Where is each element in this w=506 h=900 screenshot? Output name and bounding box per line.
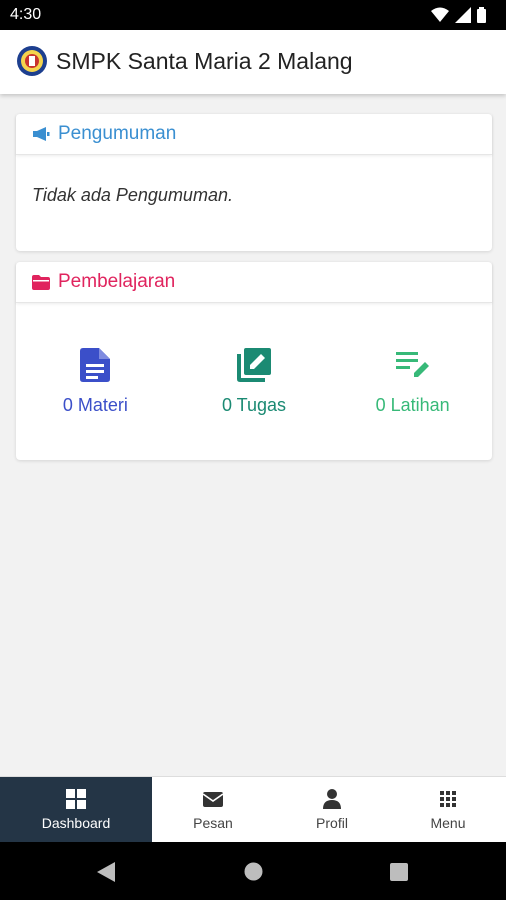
nav-menu-label: Menu: [430, 815, 466, 831]
system-nav-bar: [0, 842, 506, 900]
battery-icon: [477, 7, 486, 23]
nav-menu[interactable]: Menu: [390, 777, 506, 843]
announcement-title: Pengumuman: [58, 123, 177, 144]
folder-icon: [32, 274, 50, 290]
latihan-button[interactable]: 0 Latihan: [338, 347, 488, 416]
app-title: SMPK Santa Maria 2 Malang: [56, 48, 353, 74]
app-bar: SMPK Santa Maria 2 Malang: [0, 30, 506, 94]
tugas-label: 0 Tugas: [221, 395, 286, 415]
status-time: 4:30: [10, 6, 42, 23]
back-icon[interactable]: [97, 862, 115, 882]
learning-card: Pembelajaran 0 Materi 0 Tugas 0 Latihan: [16, 262, 492, 460]
nav-pesan[interactable]: Pesan: [152, 777, 274, 843]
learning-header: Pembelajaran: [16, 262, 492, 303]
nav-dashboard-label: Dashboard: [41, 815, 111, 831]
document-icon: [20, 347, 170, 383]
wifi-icon: [431, 7, 449, 22]
status-bar: 4:30: [0, 0, 506, 30]
nav-profil-label: Profil: [316, 815, 348, 831]
recents-icon[interactable]: [390, 863, 408, 881]
edit-assignment-icon: [179, 347, 329, 383]
signal-icon: [455, 7, 471, 23]
apps-icon: [440, 789, 456, 809]
person-icon: [323, 789, 341, 809]
nav-pesan-label: Pesan: [193, 815, 233, 831]
school-logo-icon: [17, 46, 47, 76]
grid-icon: [66, 789, 86, 809]
announcement-card: Pengumuman Tidak ada Pengumuman.: [16, 114, 492, 251]
learning-title: Pembelajaran: [58, 271, 176, 292]
tugas-button[interactable]: 0 Tugas: [179, 347, 329, 416]
materi-button[interactable]: 0 Materi: [20, 347, 170, 416]
announcement-header: Pengumuman: [16, 114, 492, 155]
megaphone-icon: [32, 126, 50, 142]
status-icons: [431, 7, 486, 23]
nav-profil[interactable]: Profil: [274, 777, 390, 843]
announcement-message: Tidak ada Pengumuman.: [32, 185, 233, 205]
envelope-icon: [203, 789, 223, 809]
list-edit-icon: [338, 347, 488, 383]
nav-dashboard[interactable]: Dashboard: [0, 777, 152, 843]
home-icon[interactable]: [244, 862, 263, 881]
materi-label: 0 Materi: [62, 395, 128, 415]
learning-stats: 0 Materi 0 Tugas 0 Latihan: [16, 303, 492, 416]
latihan-label: 0 Latihan: [375, 395, 450, 415]
bottom-nav: Dashboard Pesan Profil Menu: [0, 776, 506, 843]
